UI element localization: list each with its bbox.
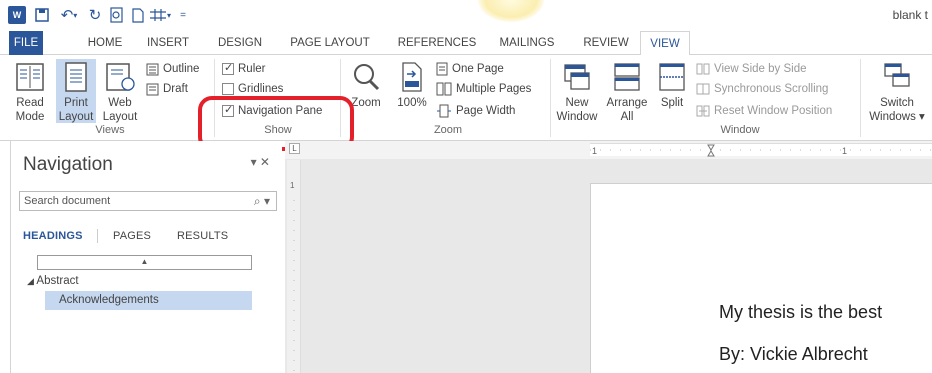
print-preview-icon[interactable] — [108, 5, 126, 25]
outline-button[interactable]: Outline — [146, 60, 199, 78]
draft-label: Draft — [163, 83, 188, 95]
search-document-input[interactable]: Search document ⌕ ▾ — [19, 191, 277, 211]
tab-pages[interactable]: PAGES — [113, 230, 151, 242]
tab-insert[interactable]: INSERT — [140, 31, 196, 55]
pane-controls[interactable]: ▾ ✕ — [251, 155, 270, 169]
zoom-100-button[interactable]: 100% — [396, 61, 428, 110]
synchronous-scrolling-label: Synchronous Scrolling — [714, 83, 829, 95]
new-window-label: New Window — [556, 97, 598, 123]
one-page-label: One Page — [452, 63, 504, 75]
heading-item[interactable]: ◢ Abstract — [27, 275, 79, 287]
web-layout-button[interactable]: Web Layout — [100, 61, 140, 124]
synchronous-scrolling-button[interactable]: Synchronous Scrolling — [696, 80, 828, 98]
multiple-pages-button[interactable]: Multiple Pages — [436, 80, 531, 98]
ribbon: Read Mode Print Layout Web Layout Outlin… — [0, 55, 932, 141]
title-bar: W ↶ ▾ ↻ ▾ = blank t — [0, 0, 932, 30]
vertical-ruler: 1 — [287, 160, 301, 373]
arrange-all-button[interactable]: Arrange All — [604, 61, 650, 124]
separator — [860, 59, 861, 137]
search-icon[interactable]: ⌕ ▾ — [254, 192, 270, 210]
redo-icon[interactable]: ↻ — [86, 5, 104, 25]
ruler-checkbox[interactable]: Ruler — [222, 60, 265, 78]
document-page[interactable]: My thesis is the best By: Vickie Albrech… — [590, 183, 932, 373]
navigation-pane-title: Navigation — [23, 154, 113, 175]
save-icon[interactable] — [32, 5, 52, 25]
read-mode-label: Read Mode — [15, 97, 45, 123]
zoom-100-label: 100% — [397, 97, 427, 109]
new-document-icon[interactable] — [130, 5, 146, 25]
ribbon-tabs: FILE HOME INSERT DESIGN PAGE LAYOUT REFE… — [0, 31, 932, 56]
read-mode-button[interactable]: Read Mode — [12, 61, 48, 124]
tab-page-layout[interactable]: PAGE LAYOUT — [282, 31, 378, 55]
switch-windows-button[interactable]: Switch Windows ▾ — [866, 61, 928, 124]
reset-window-position-button[interactable]: Reset Window Position — [696, 102, 832, 120]
zoom-label: Zoom — [351, 97, 381, 109]
reset-window-position-label: Reset Window Position — [714, 105, 833, 117]
draft-button[interactable]: Draft — [146, 80, 188, 98]
tab-references[interactable]: REFERENCES — [393, 31, 481, 55]
table-icon[interactable]: ▾ — [148, 5, 172, 25]
web-layout-label: Web Layout — [102, 97, 138, 123]
customize-icon[interactable]: = — [176, 5, 190, 25]
zoom-group-label: Zoom — [433, 124, 463, 136]
heading-item-selected[interactable]: Acknowledgements — [45, 291, 252, 310]
switch-windows-label: Switch Windows ▾ — [869, 97, 925, 123]
outline-label: Outline — [163, 63, 200, 75]
gridlines-label: Gridlines — [238, 83, 284, 95]
views-group-label: Views — [95, 124, 125, 136]
document-title-text[interactable]: My thesis is the best — [719, 302, 882, 323]
svg-text:1: 1 — [842, 146, 847, 156]
word-app-icon[interactable]: W — [8, 6, 26, 24]
tab-results[interactable]: RESULTS — [177, 230, 228, 242]
page-width-button[interactable]: Page Width — [436, 102, 515, 120]
tab-mailings[interactable]: MAILINGS — [492, 31, 562, 55]
print-layout-label: Print Layout — [58, 97, 94, 123]
split-label: Split — [660, 97, 684, 109]
separator — [550, 59, 551, 137]
ruler-document-area: 1 1 — [590, 143, 932, 157]
tab-design[interactable]: DESIGN — [210, 31, 270, 55]
multiple-pages-label: Multiple Pages — [456, 83, 532, 95]
tab-selector-icon[interactable]: L — [289, 143, 300, 154]
expand-arrow-icon[interactable]: ◢ — [27, 276, 36, 286]
navigation-pane: Navigation ▾ ✕ Search document ⌕ ▾ HEADI… — [10, 141, 282, 373]
tab-view[interactable]: VIEW — [640, 31, 690, 56]
search-placeholder: Search document — [24, 195, 111, 207]
arrange-all-label: Arrange All — [606, 97, 648, 123]
view-side-by-side-label: View Side by Side — [714, 63, 807, 75]
checkbox-unchecked-icon[interactable] — [222, 83, 234, 95]
ruler-label: Ruler — [238, 63, 266, 75]
svg-text:1: 1 — [290, 181, 295, 190]
separator — [97, 229, 98, 243]
svg-text:1: 1 — [592, 146, 597, 156]
tab-file[interactable]: FILE — [9, 31, 43, 55]
tab-review[interactable]: REVIEW — [578, 31, 634, 55]
checkbox-checked-icon[interactable] — [222, 61, 234, 75]
heading-label: Abstract — [36, 275, 79, 287]
one-page-button[interactable]: One Page — [436, 60, 504, 78]
undo-icon[interactable]: ↶ ▾ — [56, 5, 82, 25]
collapse-headings-bar[interactable]: ▲ — [37, 255, 252, 270]
tab-home[interactable]: HOME — [80, 31, 130, 55]
print-layout-button[interactable]: Print Layout — [56, 59, 96, 123]
document-title: blank t — [892, 8, 928, 22]
page-width-label: Page Width — [456, 105, 516, 117]
view-side-by-side-button[interactable]: View Side by Side — [696, 60, 806, 78]
split-button[interactable]: Split — [654, 61, 690, 110]
tab-headings[interactable]: HEADINGS — [23, 230, 83, 242]
decorative-glow — [478, 0, 544, 22]
new-window-button[interactable]: New Window — [554, 61, 600, 124]
document-author-text[interactable]: By: Vickie Albrecht — [719, 344, 868, 365]
window-group-label: Window — [720, 124, 760, 136]
